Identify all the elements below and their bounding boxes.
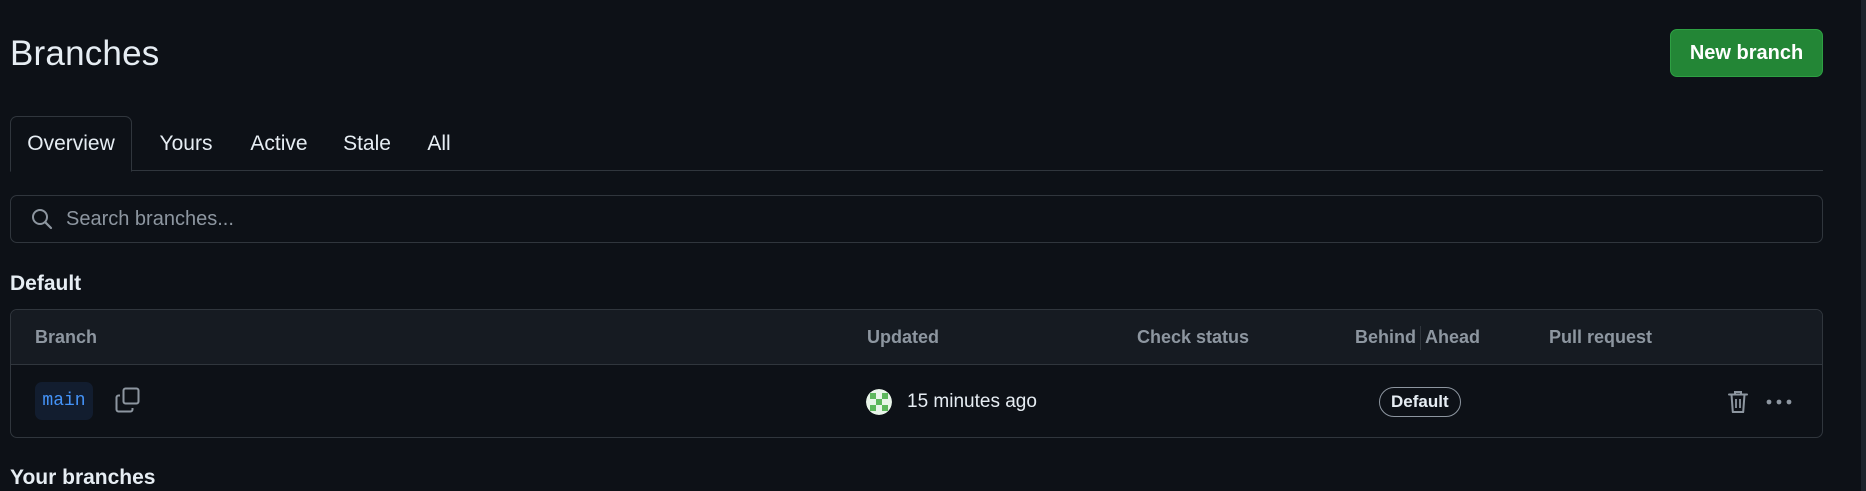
trash-icon[interactable] <box>1726 389 1750 420</box>
tab-all[interactable]: All <box>410 116 468 172</box>
page-title: Branches <box>10 34 160 73</box>
column-behind: Behind <box>1355 327 1416 347</box>
branch-name-link[interactable]: main <box>35 382 93 420</box>
default-badge: Default <box>1379 387 1461 417</box>
tab-active[interactable]: Active <box>235 116 323 172</box>
kebab-horizontal-icon[interactable] <box>1765 389 1793 420</box>
column-updated: Updated <box>867 327 939 347</box>
column-pull-request: Pull request <box>1549 327 1653 347</box>
table-row: main 15 minutes ago Default <box>11 365 1822 437</box>
copy-icon[interactable] <box>115 387 141 418</box>
search-icon <box>32 209 53 230</box>
column-ahead: Ahead <box>1425 327 1481 347</box>
tab-overview[interactable]: Overview <box>10 116 132 172</box>
behind-ahead-divider <box>1420 326 1421 350</box>
search-input[interactable] <box>66 196 1822 242</box>
table-header: Branch Updated Check status Behind Ahead… <box>11 310 1822 365</box>
new-branch-button[interactable]: New branch <box>1670 29 1823 77</box>
tab-yours[interactable]: Yours <box>145 116 227 172</box>
avatar[interactable] <box>866 389 892 415</box>
column-branch: Branch <box>35 327 98 347</box>
scrollbar[interactable] <box>1861 0 1866 491</box>
branch-tabs: Overview Yours Active Stale All <box>10 116 1823 172</box>
default-branch-table: Branch Updated Check status Behind Ahead… <box>10 309 1823 438</box>
column-check-status: Check status <box>1137 327 1250 347</box>
tab-stale[interactable]: Stale <box>330 116 404 172</box>
your-branches-heading: Your branches <box>10 466 156 489</box>
branches-page: Branches New branch Overview Yours Activ… <box>0 0 1866 491</box>
updated-time: 15 minutes ago <box>907 391 1037 412</box>
search-box <box>10 195 1823 243</box>
default-section-heading: Default <box>10 272 82 295</box>
